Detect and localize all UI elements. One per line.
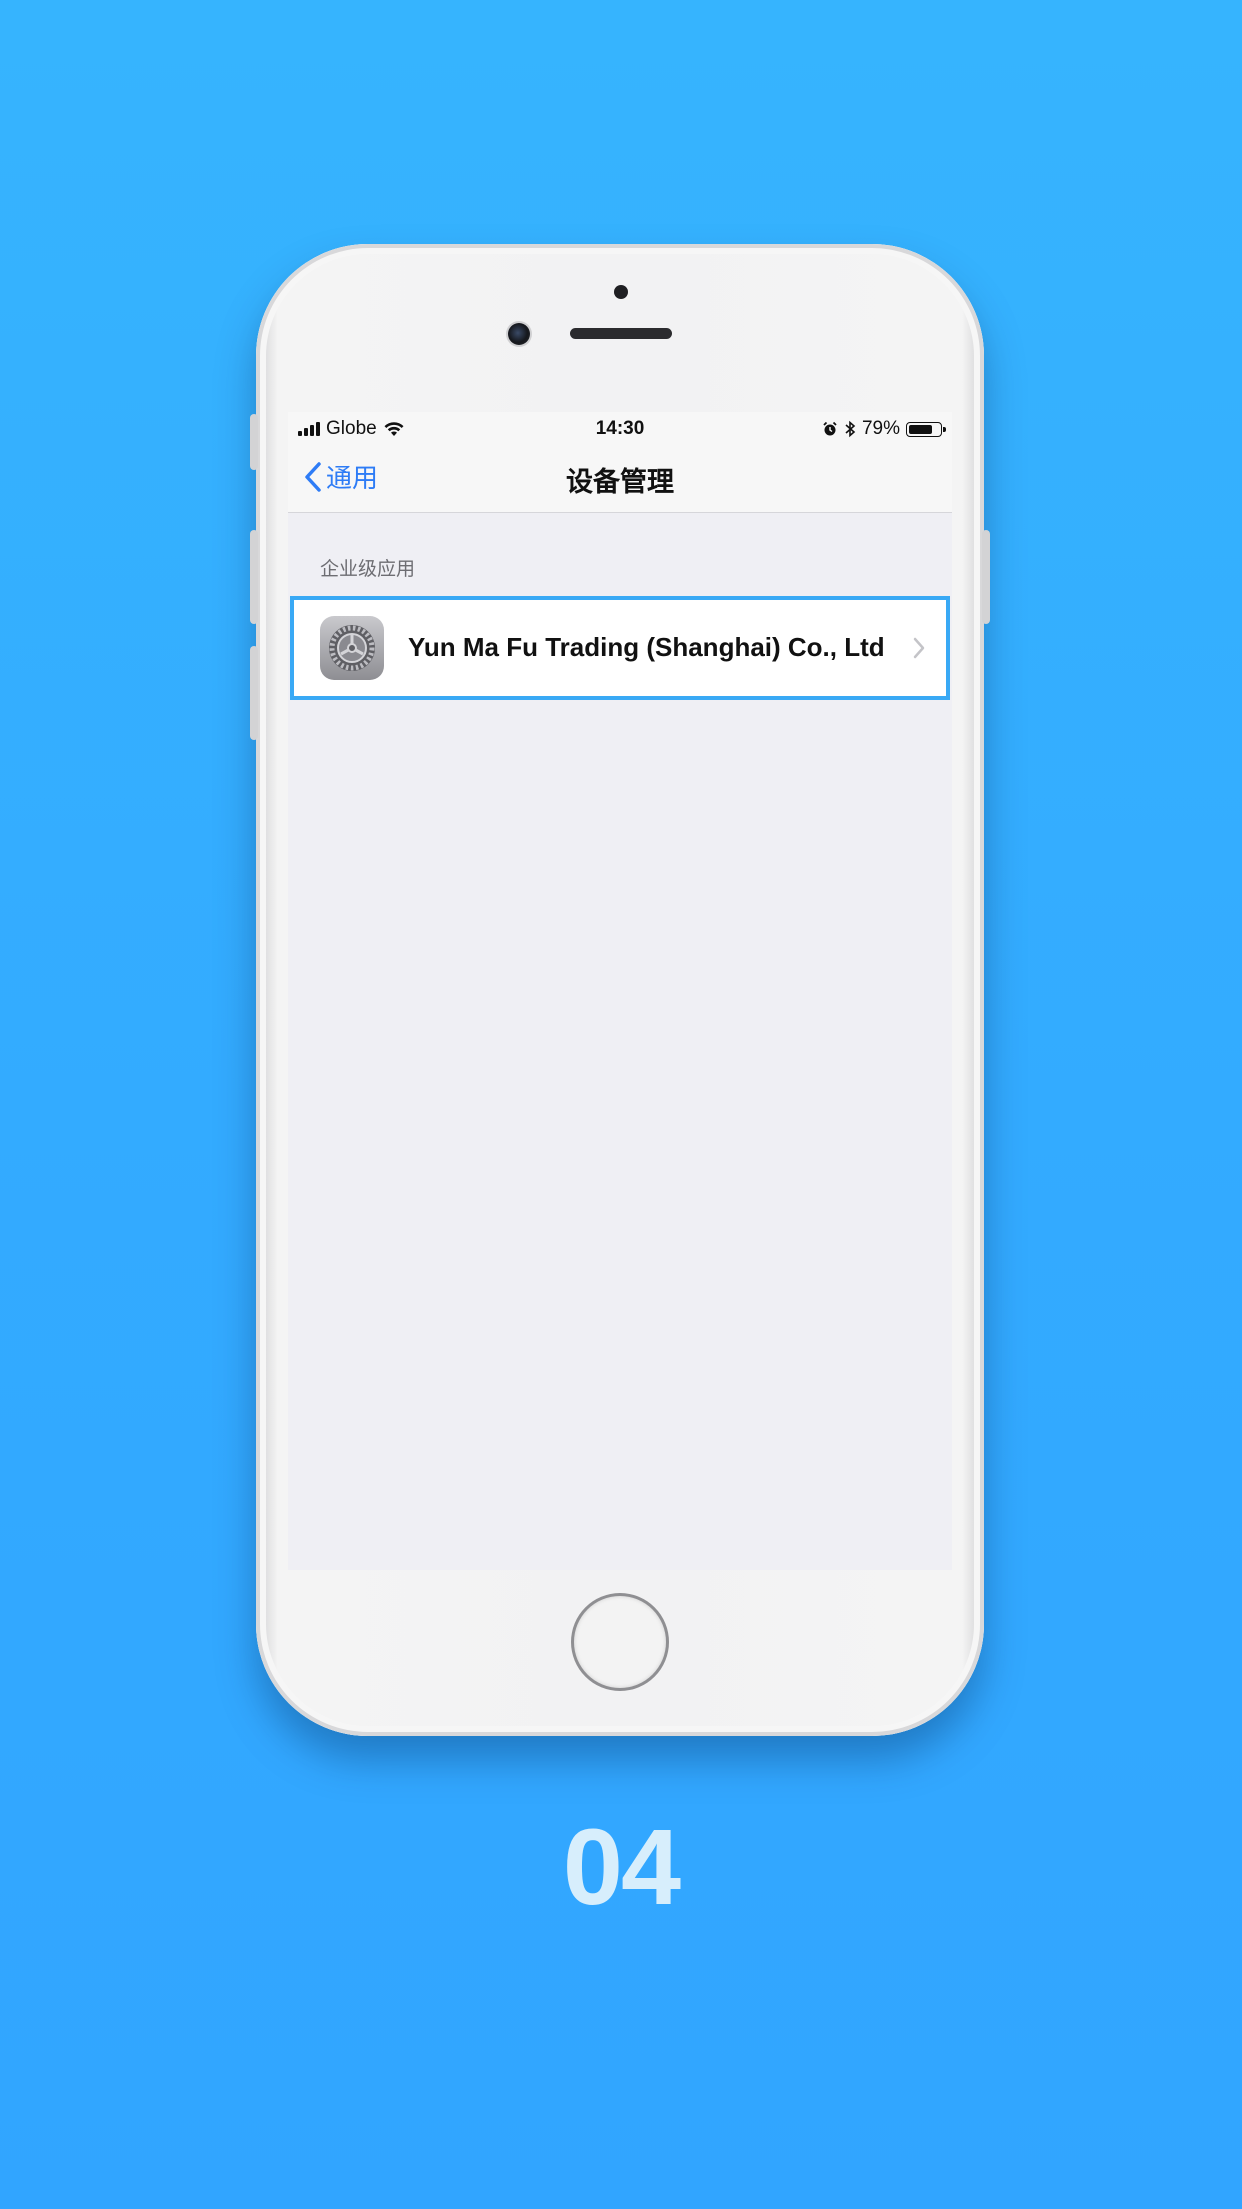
volume-down-button <box>250 646 258 740</box>
bluetooth-icon <box>845 420 856 438</box>
battery-icon <box>906 421 946 437</box>
enterprise-app-name: Yun Ma Fu Trading (Shanghai) Co., Ltd <box>408 632 885 662</box>
settings-gear-icon <box>320 616 384 680</box>
battery-fill <box>909 424 932 434</box>
phone-screen: Globe 14:30 79% 通用 设备管理 企业级应用 Yun Ma Fu … <box>288 412 952 1570</box>
battery-percent: 79% <box>861 418 900 439</box>
navigation-bar: 通用 设备管理 <box>288 446 952 513</box>
enterprise-app-row[interactable]: Yun Ma Fu Trading (Shanghai) Co., Ltd <box>290 596 950 700</box>
phone-frame: Globe 14:30 79% 通用 设备管理 企业级应用 Yun Ma Fu … <box>250 244 990 1736</box>
mute-switch <box>250 414 258 470</box>
power-button <box>982 530 990 624</box>
alarm-icon <box>823 421 837 436</box>
front-camera <box>508 323 530 345</box>
volume-up-button <box>250 530 258 624</box>
chevron-right-icon <box>913 637 925 659</box>
status-bar: Globe 14:30 79% <box>288 412 952 446</box>
status-right: 79% <box>822 418 946 440</box>
earpiece-speaker <box>570 328 672 339</box>
home-button[interactable] <box>574 1596 666 1688</box>
proximity-sensor <box>614 285 628 299</box>
page-title: 设备管理 <box>566 467 674 497</box>
section-header: 企业级应用 <box>320 559 416 580</box>
step-number: 04 <box>562 1806 681 1927</box>
